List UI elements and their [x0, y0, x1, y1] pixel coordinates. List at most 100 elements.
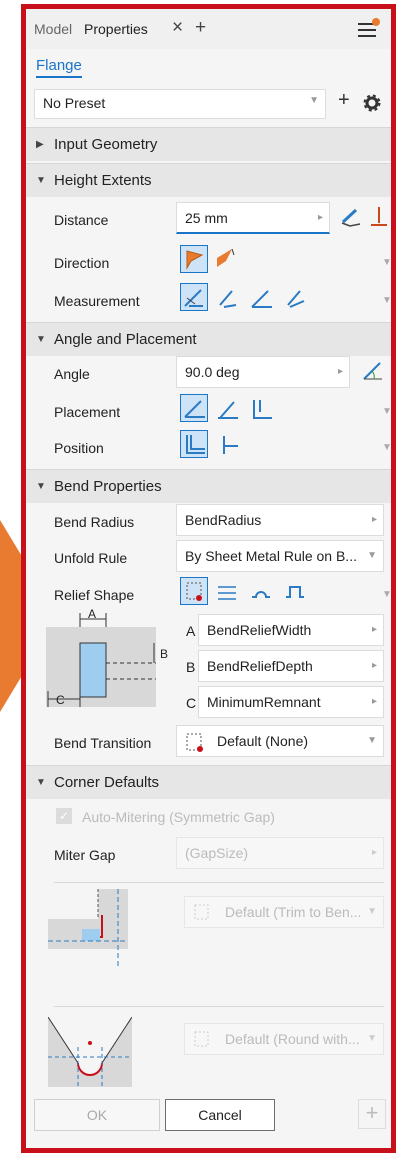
minimum-remnant-input[interactable]: MinimumRemnant ▸: [198, 686, 384, 718]
section-title: Angle and Placement: [54, 331, 197, 348]
bend-radius-label: Bend Radius: [54, 514, 135, 530]
distance-value: 25 mm: [185, 210, 228, 226]
measure-tangent-icon[interactable]: [248, 285, 274, 311]
chevron-down-icon: ▼: [309, 95, 319, 106]
flag-direction-icon: [186, 250, 204, 270]
chevron-down-icon: ▼: [367, 906, 377, 917]
chevron-down-icon[interactable]: ▼: [382, 442, 391, 453]
auto-mitering-checkbox[interactable]: ✓: [56, 808, 72, 824]
angle-measure-icon[interactable]: [360, 359, 384, 383]
add-tab-icon[interactable]: +: [195, 17, 206, 39]
tab-properties[interactable]: Properties: [84, 21, 148, 37]
relief-b-letter: B: [186, 659, 196, 675]
bend-transition-label: Bend Transition: [54, 735, 152, 751]
auto-mitering-label: Auto-Mitering (Symmetric Gap): [82, 809, 275, 825]
measure-tool-icon[interactable]: [340, 206, 362, 228]
caret-right-icon: ▸: [371, 624, 377, 635]
relief-depth-input[interactable]: BendReliefDepth ▸: [198, 650, 384, 682]
flip-direction-icon[interactable]: [369, 205, 389, 229]
chevron-down-icon[interactable]: ▼: [382, 589, 391, 600]
placement-option-1[interactable]: [180, 394, 208, 422]
corner-round-value: Default (Round with...: [225, 1031, 360, 1047]
angle-value: 90.0 deg: [185, 364, 240, 380]
distance-label: Distance: [54, 212, 109, 228]
chevron-down-icon[interactable]: ▼: [382, 406, 391, 417]
relief-c-letter: C: [186, 695, 197, 711]
relief-diagram: [46, 613, 156, 707]
section-angle-placement[interactable]: ▼ Angle and Placement: [26, 322, 391, 356]
angle-input[interactable]: 90.0 deg ▸: [176, 356, 350, 388]
ok-button[interactable]: OK: [34, 1099, 160, 1131]
chevron-down-icon[interactable]: ▼: [382, 257, 391, 268]
expand-icon: ▶: [36, 139, 44, 150]
relief-straight-icon[interactable]: [214, 579, 240, 605]
direction-flip-button[interactable]: [212, 245, 240, 273]
collapse-icon: ▼: [36, 334, 46, 345]
minimum-remnant-value: MinimumRemnant: [207, 694, 321, 710]
miter-gap-value: (GapSize): [185, 845, 249, 861]
section-bend-properties[interactable]: ▼ Bend Properties: [26, 469, 391, 503]
preset-select[interactable]: No Preset ▼: [34, 89, 326, 119]
position-option-1[interactable]: [180, 430, 208, 458]
corner-trim-value: Default (Trim to Ben...: [225, 904, 362, 920]
direction-default-button[interactable]: [180, 245, 208, 273]
relief-shape-default[interactable]: [180, 577, 208, 605]
measure-orthogonal-icon[interactable]: [282, 285, 308, 311]
preset-value: No Preset: [43, 95, 106, 111]
diagram-label-a: A: [88, 607, 97, 621]
cancel-button[interactable]: Cancel: [165, 1099, 275, 1131]
section-corner-defaults[interactable]: ▼ Corner Defaults: [26, 765, 391, 799]
placement-label: Placement: [54, 404, 121, 420]
position-outside-icon[interactable]: [214, 432, 240, 458]
angled-flag-icon: [217, 248, 235, 267]
relief-shape-label: Relief Shape: [54, 587, 135, 603]
measurement-option-1[interactable]: [180, 283, 208, 311]
relief-width-input[interactable]: BendReliefWidth ▸: [198, 614, 384, 646]
caret-right-icon: ▸: [371, 696, 377, 707]
chevron-down-icon[interactable]: ▼: [382, 295, 391, 306]
miter-gap-input[interactable]: (GapSize) ▸: [176, 837, 384, 869]
placement-outer-icon[interactable]: [214, 396, 240, 422]
section-title: Height Extents: [54, 172, 152, 189]
corner-relief-icon: [194, 904, 209, 920]
divider: [54, 882, 384, 883]
measure-inner-icon: [184, 289, 203, 307]
measure-outer-icon[interactable]: [214, 285, 240, 311]
collapse-icon: ▼: [36, 175, 46, 186]
transition-icon: [186, 733, 203, 752]
relief-round-icon[interactable]: [248, 579, 274, 605]
position-inside-icon: [186, 435, 205, 454]
section-input-geometry[interactable]: ▶ Input Geometry: [26, 127, 391, 161]
relief-a-letter: A: [186, 623, 196, 639]
angle-label: Angle: [54, 366, 90, 382]
chevron-down-icon: ▼: [367, 735, 377, 746]
tab-model[interactable]: Model: [34, 21, 72, 37]
bend-radius-input[interactable]: BendRadius ▸: [176, 504, 384, 536]
position-label: Position: [54, 440, 104, 456]
bend-transition-select[interactable]: Default (None) ▼: [176, 725, 384, 757]
measurement-label: Measurement: [54, 293, 140, 309]
corner-trim-select[interactable]: Default (Trim to Ben... ▼: [184, 896, 384, 928]
chevron-down-icon: ▼: [367, 1033, 377, 1044]
relief-width-value: BendReliefWidth: [207, 622, 312, 638]
unfold-rule-select[interactable]: By Sheet Metal Rule on B... ▼: [176, 540, 384, 572]
caret-right-icon: ▸: [337, 366, 343, 377]
bend-radius-value: BendRadius: [185, 512, 262, 528]
relief-tear-icon[interactable]: [282, 579, 308, 605]
distance-input[interactable]: 25 mm ▸: [176, 202, 330, 234]
close-tab-icon[interactable]: ×: [172, 17, 183, 39]
corner-round-select[interactable]: Default (Round with... ▼: [184, 1023, 384, 1055]
chevron-down-icon: ▼: [367, 550, 377, 561]
add-preset-icon[interactable]: +: [338, 89, 350, 112]
divider: [54, 1006, 384, 1007]
unfold-rule-label: Unfold Rule: [54, 550, 128, 566]
corner-trim-diagram: [48, 889, 128, 969]
apply-plus-button[interactable]: +: [358, 1099, 386, 1129]
gear-icon[interactable]: [363, 94, 381, 112]
feature-name[interactable]: Flange: [36, 57, 82, 78]
relief-depth-value: BendReliefDepth: [207, 658, 313, 674]
placement-adjacent-icon[interactable]: [248, 396, 274, 422]
section-height-extents[interactable]: ▼ Height Extents: [26, 163, 391, 197]
direction-label: Direction: [54, 255, 110, 271]
caret-right-icon: ▸: [371, 514, 377, 525]
